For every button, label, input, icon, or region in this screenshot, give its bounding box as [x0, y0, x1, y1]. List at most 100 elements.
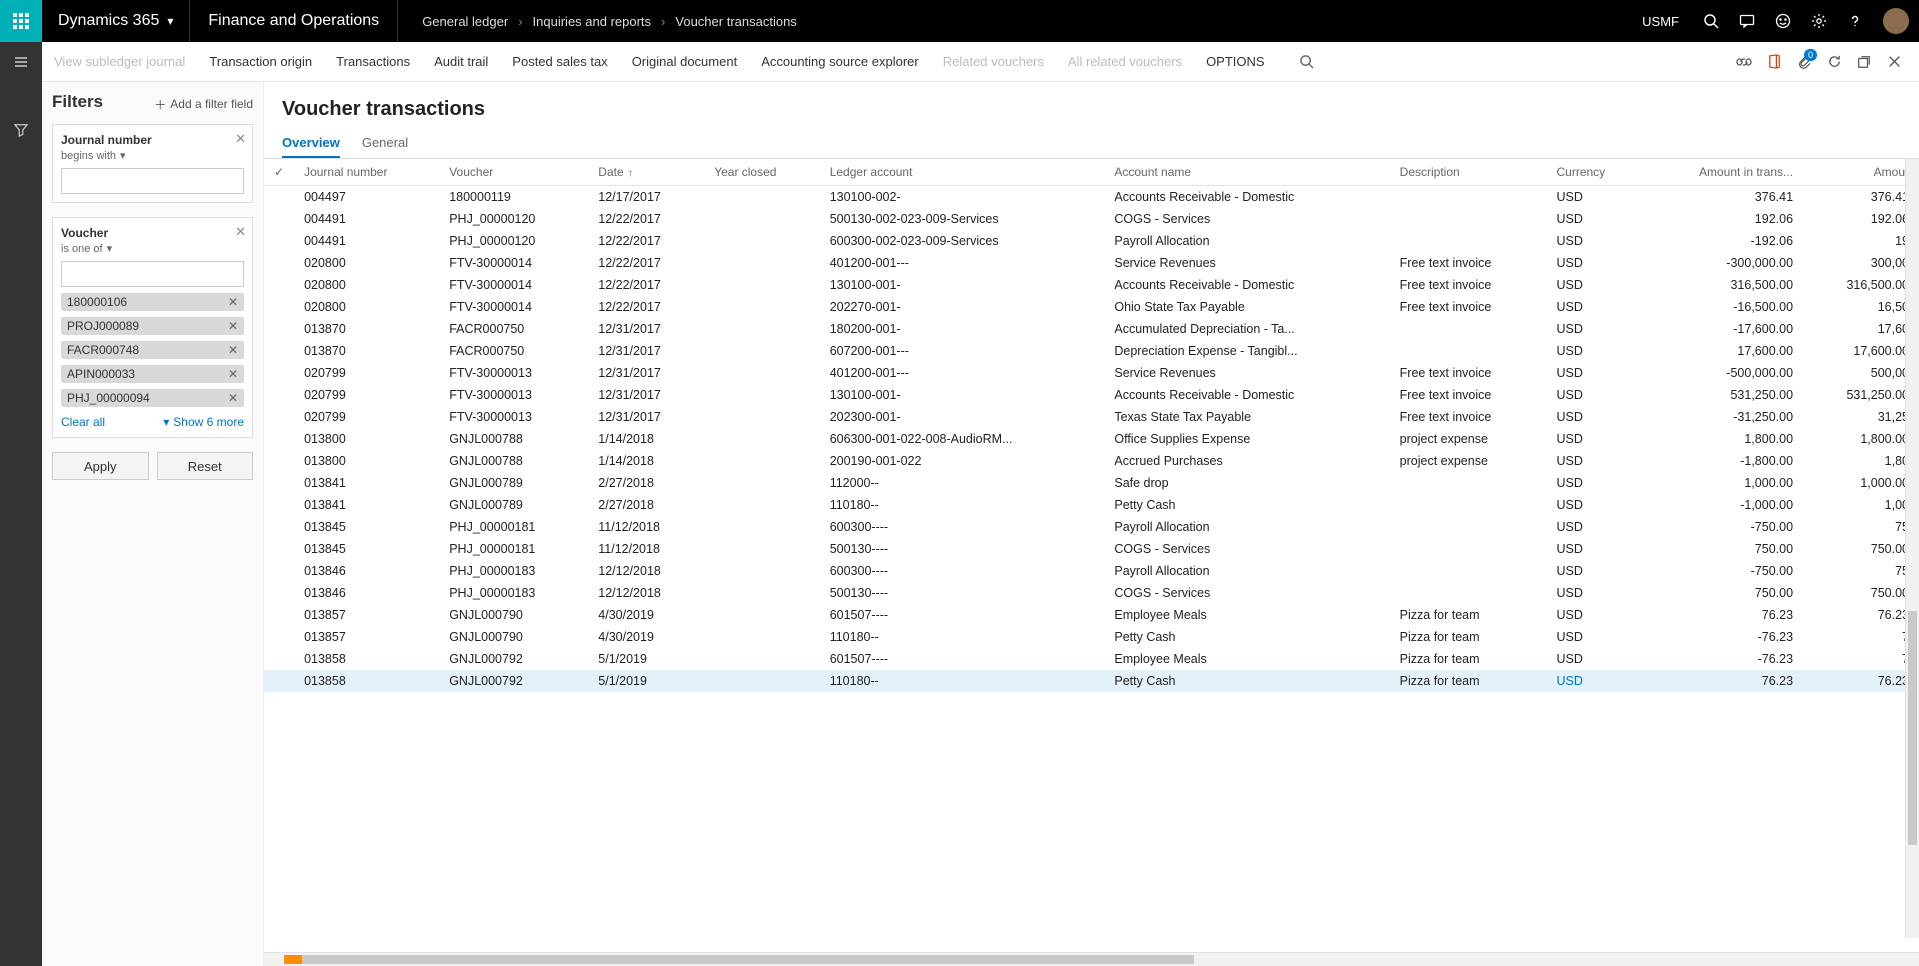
- filter-icon[interactable]: [0, 110, 42, 150]
- close-icon[interactable]: ✕: [235, 131, 246, 147]
- filter-chip[interactable]: APIN000033 ✕: [61, 365, 244, 383]
- chip-label: APIN000033: [67, 367, 135, 381]
- table-row[interactable]: 013846PHJ_0000018312/12/2018500130----CO…: [264, 582, 1919, 604]
- hamburger-icon[interactable]: [0, 42, 42, 82]
- search-icon[interactable]: [1693, 0, 1729, 42]
- close-icon[interactable]: ✕: [228, 319, 238, 333]
- app-launcher-icon[interactable]: [0, 0, 42, 42]
- filter-chip[interactable]: 180000106✕: [61, 293, 244, 311]
- table-row[interactable]: 013857GNJL0007904/30/2019601507----Emplo…: [264, 604, 1919, 626]
- col-amount[interactable]: Amour: [1803, 159, 1919, 186]
- table-row[interactable]: 013841GNJL0007892/27/2018112000--Safe dr…: [264, 472, 1919, 494]
- help-icon[interactable]: [1837, 0, 1873, 42]
- table-row[interactable]: 013845PHJ_0000018111/12/2018600300----Pa…: [264, 516, 1919, 538]
- filter-card-voucher: ✕ Voucher is one of ▾ 180000106✕PROJ0000…: [52, 217, 253, 438]
- col-year-closed[interactable]: Year closed: [704, 159, 820, 186]
- refresh-icon[interactable]: [1819, 47, 1849, 77]
- accounting-source-explorer-button[interactable]: Accounting source explorer: [749, 42, 931, 81]
- table-row[interactable]: 013857GNJL0007904/30/2019110180--Petty C…: [264, 626, 1919, 648]
- filter-value-input[interactable]: [61, 261, 244, 287]
- office-icon[interactable]: [1759, 47, 1789, 77]
- col-currency[interactable]: Currency: [1547, 159, 1643, 186]
- smiley-icon[interactable]: [1765, 0, 1801, 42]
- close-icon[interactable]: ✕: [228, 367, 238, 381]
- tab-overview[interactable]: Overview: [282, 129, 340, 158]
- transaction-origin-button[interactable]: Transaction origin: [197, 42, 324, 81]
- brand-dropdown[interactable]: Dynamics 365 ▾: [42, 0, 190, 42]
- content-area: Voucher transactions Overview General ✓ …: [264, 82, 1919, 966]
- col-date[interactable]: Date↑: [588, 159, 704, 186]
- avatar[interactable]: [1883, 8, 1909, 34]
- show-more-link[interactable]: ▾ Show 6 more: [163, 415, 244, 429]
- close-icon[interactable]: ✕: [228, 391, 238, 405]
- col-journal[interactable]: Journal number: [294, 159, 439, 186]
- audit-trail-button[interactable]: Audit trail: [422, 42, 500, 81]
- table-row[interactable]: 020800FTV-3000001412/22/2017401200-001--…: [264, 252, 1919, 274]
- posted-sales-tax-button[interactable]: Posted sales tax: [500, 42, 619, 81]
- breadcrumb-item[interactable]: General ledger: [422, 14, 508, 29]
- col-description[interactable]: Description: [1390, 159, 1547, 186]
- col-account-name[interactable]: Account name: [1104, 159, 1389, 186]
- breadcrumb-item[interactable]: Inquiries and reports: [533, 14, 652, 29]
- table-row[interactable]: 004491PHJ_0000012012/22/2017600300-002-0…: [264, 230, 1919, 252]
- popout-icon[interactable]: [1849, 47, 1879, 77]
- close-icon[interactable]: [1879, 47, 1909, 77]
- tab-general[interactable]: General: [362, 129, 408, 158]
- filter-chip[interactable]: FACR000748 ✕: [61, 341, 244, 359]
- reset-button[interactable]: Reset: [157, 452, 254, 480]
- table-row[interactable]: 020799FTV-3000001312/31/2017202300-001-T…: [264, 406, 1919, 428]
- chevron-right-icon: ›: [661, 14, 665, 29]
- link-icon[interactable]: [1729, 47, 1759, 77]
- gear-icon[interactable]: [1801, 0, 1837, 42]
- col-amount-trans[interactable]: Amount in trans...: [1643, 159, 1803, 186]
- col-voucher[interactable]: Voucher: [439, 159, 588, 186]
- table-row[interactable]: 013858GNJL0007925/1/2019601507----Employ…: [264, 648, 1919, 670]
- table-row[interactable]: 013870FACR00075012/31/2017607200-001---D…: [264, 340, 1919, 362]
- horizontal-scrollbar[interactable]: [264, 952, 1919, 966]
- related-vouchers-button: Related vouchers: [931, 42, 1056, 81]
- select-all-checkbox[interactable]: ✓: [264, 159, 294, 186]
- clear-all-link[interactable]: Clear all: [61, 415, 105, 429]
- attachments-icon[interactable]: 0: [1789, 47, 1819, 77]
- close-icon[interactable]: ✕: [228, 295, 238, 309]
- table-row[interactable]: 013841GNJL0007892/27/2018110180--Petty C…: [264, 494, 1919, 516]
- table-row[interactable]: 013800GNJL0007881/14/2018200190-001-022A…: [264, 450, 1919, 472]
- transactions-button[interactable]: Transactions: [324, 42, 422, 81]
- close-icon[interactable]: ✕: [235, 224, 246, 240]
- filter-card-journal: ✕ Journal number begins with ▾: [52, 124, 253, 203]
- options-button[interactable]: OPTIONS: [1194, 42, 1277, 81]
- chip-label: FACR000748: [67, 343, 139, 357]
- filter-operator[interactable]: begins with ▾: [61, 149, 244, 162]
- add-filter-button[interactable]: ＋ Add a filter field: [154, 96, 253, 113]
- chip-label: PHJ_00000094: [67, 391, 150, 405]
- filter-chip[interactable]: PROJ000089✕: [61, 317, 244, 335]
- col-ledger[interactable]: Ledger account: [820, 159, 1105, 186]
- table-row[interactable]: 013870FACR00075012/31/2017180200-001-Acc…: [264, 318, 1919, 340]
- company-picker[interactable]: USMF: [1628, 14, 1693, 29]
- table-row[interactable]: 020799FTV-3000001312/31/2017401200-001--…: [264, 362, 1919, 384]
- add-filter-label: Add a filter field: [170, 97, 253, 111]
- transactions-grid[interactable]: ✓ Journal number Voucher Date↑ Year clos…: [264, 159, 1919, 692]
- chat-icon[interactable]: [1729, 0, 1765, 42]
- apply-button[interactable]: Apply: [52, 452, 149, 480]
- tabs: Overview General: [264, 129, 1919, 159]
- table-row[interactable]: 020800FTV-3000001412/22/2017202270-001-O…: [264, 296, 1919, 318]
- table-row[interactable]: 013800GNJL0007881/14/2018606300-001-022-…: [264, 428, 1919, 450]
- table-row[interactable]: 013846PHJ_0000018312/12/2018600300----Pa…: [264, 560, 1919, 582]
- table-row[interactable]: 004491PHJ_0000012012/22/2017500130-002-0…: [264, 208, 1919, 230]
- view-subledger-button: View subledger journal: [42, 42, 197, 81]
- table-row[interactable]: 00449718000011912/17/2017130100-002-Acco…: [264, 186, 1919, 209]
- close-icon[interactable]: ✕: [228, 343, 238, 357]
- filter-value-input[interactable]: [61, 168, 244, 194]
- action-search-icon[interactable]: [1287, 42, 1326, 81]
- table-row[interactable]: 020799FTV-3000001312/31/2017130100-001-A…: [264, 384, 1919, 406]
- filter-operator[interactable]: is one of ▾: [61, 242, 244, 255]
- table-row[interactable]: 013845PHJ_0000018111/12/2018500130----CO…: [264, 538, 1919, 560]
- original-document-button[interactable]: Original document: [620, 42, 750, 81]
- chevron-down-icon: ▾: [167, 14, 173, 28]
- breadcrumb-item[interactable]: Voucher transactions: [675, 14, 796, 29]
- vertical-scrollbar[interactable]: [1905, 159, 1919, 938]
- filter-chip[interactable]: PHJ_00000094 ✕: [61, 389, 244, 407]
- table-row[interactable]: 020800FTV-3000001412/22/2017130100-001-A…: [264, 274, 1919, 296]
- table-row[interactable]: 013858GNJL0007925/1/2019110180--Petty Ca…: [264, 670, 1919, 692]
